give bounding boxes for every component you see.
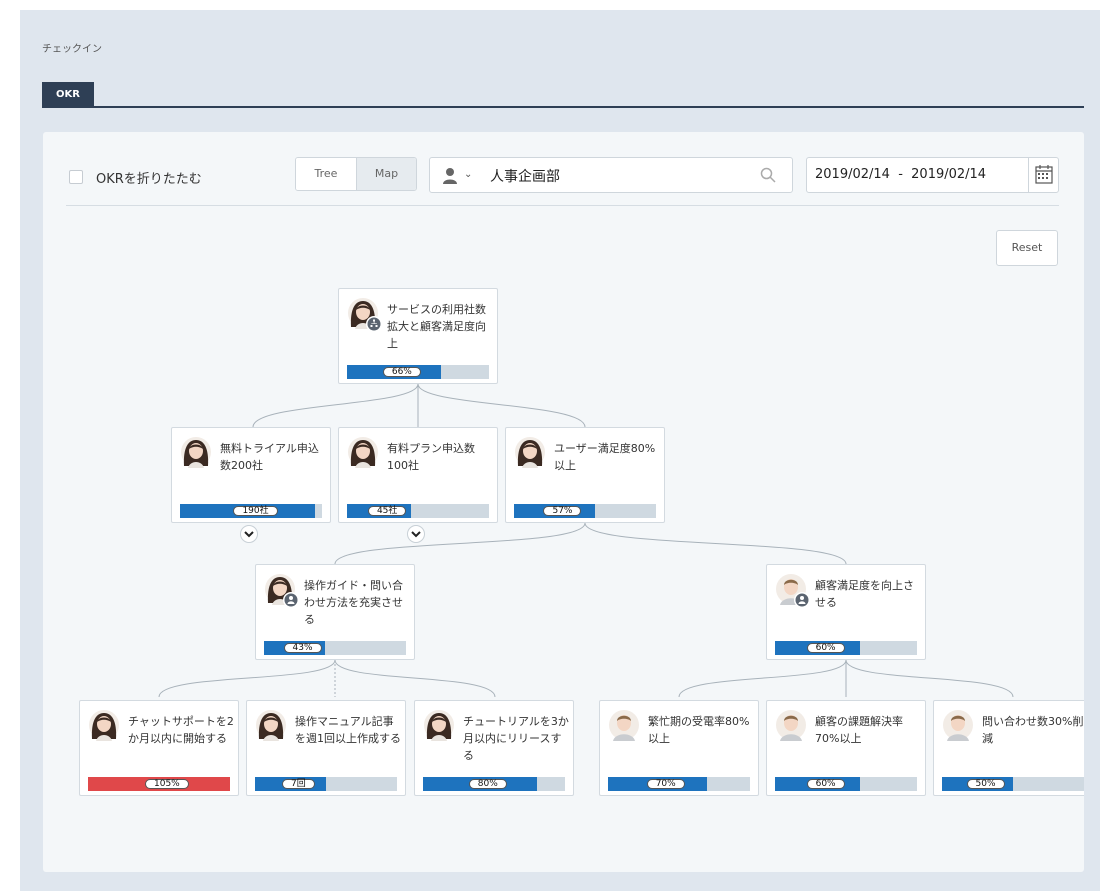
tab-okr[interactable]: OKR	[42, 82, 94, 108]
okr-card[interactable]: 顧客満足度を向上させる 60%	[766, 564, 926, 660]
progress-label: 50%	[966, 779, 1005, 789]
okr-title: 顧客の課題解決率70%以上	[815, 715, 903, 745]
avatar	[423, 709, 459, 745]
avatar	[608, 709, 644, 745]
okr-title: 有料プラン申込数100社	[387, 442, 475, 472]
progress-label: 190社	[233, 506, 278, 516]
progress-bar: 105%	[88, 777, 230, 791]
progress-bar: 190社	[180, 504, 322, 518]
okr-card[interactable]: チュートリアルを3か月以内にリリースする 80%	[414, 700, 574, 796]
expand-toggle[interactable]	[407, 525, 425, 543]
okr-card[interactable]: サービスの利用社数拡大と顧客満足度向上 66%	[338, 288, 498, 384]
okr-card[interactable]: 問い合わせ数30%削減 50%	[933, 700, 1084, 796]
okr-card[interactable]: 有料プラン申込数100社 45社	[338, 427, 498, 523]
progress-label: 60%	[806, 779, 845, 789]
chevron-down-icon[interactable]	[408, 526, 424, 542]
avatar	[347, 297, 383, 333]
progress-bar: 7回	[255, 777, 397, 791]
okr-card[interactable]: チャットサポートを2か月以内に開始する 105%	[79, 700, 239, 796]
okr-card[interactable]: ユーザー満足度80%以上 57%	[505, 427, 665, 523]
progress-bar: 60%	[775, 641, 917, 655]
okr-map-panel: OKRを折りたたむ Tree Map ⌄ 人事企画部 2019/02/14 - …	[43, 132, 1084, 872]
tab-bar: OKR	[42, 82, 1084, 108]
progress-bar: 80%	[423, 777, 565, 791]
avatar	[88, 709, 124, 745]
expand-toggle[interactable]	[240, 525, 258, 543]
app-shell: チェックイン OKR OKRを折りたたむ Tree Map ⌄ 人事企画部 20…	[20, 10, 1100, 891]
okr-title: 顧客満足度を向上させる	[815, 579, 914, 609]
progress-bar: 70%	[608, 777, 750, 791]
progress-bar: 43%	[264, 641, 406, 655]
okr-card[interactable]: 無料トライアル申込数200社 190社	[171, 427, 331, 523]
okr-card[interactable]: 顧客の課題解決率70%以上 60%	[766, 700, 926, 796]
progress-label: 80%	[468, 779, 507, 789]
progress-label: 70%	[646, 779, 685, 789]
avatar	[775, 709, 811, 745]
okr-title: 問い合わせ数30%削減	[982, 715, 1084, 745]
progress-label: 7回	[282, 779, 315, 789]
progress-bar: 60%	[775, 777, 917, 791]
okr-title: 無料トライアル申込数200社	[220, 442, 319, 472]
breadcrumb: チェックイン	[42, 44, 102, 55]
progress-bar: 50%	[942, 777, 1084, 791]
progress-label: 105%	[145, 779, 189, 789]
avatar	[942, 709, 978, 745]
progress-label: 66%	[382, 367, 421, 377]
progress-label: 45社	[367, 506, 407, 516]
avatar	[255, 709, 291, 745]
progress-label: 60%	[806, 643, 845, 653]
okr-title: ユーザー満足度80%以上	[554, 442, 656, 472]
progress-label: 57%	[543, 506, 582, 516]
progress-bar: 66%	[347, 365, 489, 379]
okr-title: サービスの利用社数拡大と顧客満足度向上	[387, 303, 486, 350]
avatar	[514, 436, 550, 472]
avatar	[775, 573, 811, 609]
okr-title: 操作マニュアル記事を週1回以上作成する	[295, 715, 401, 745]
progress-bar: 57%	[514, 504, 656, 518]
okr-title: 繁忙期の受電率80%以上	[648, 715, 750, 745]
okr-title: チュートリアルを3か月以内にリリースする	[463, 715, 569, 762]
avatar	[264, 573, 300, 609]
okr-card[interactable]: 繁忙期の受電率80%以上 70%	[599, 700, 759, 796]
okr-card[interactable]: 操作マニュアル記事を週1回以上作成する 7回	[246, 700, 406, 796]
okr-title: 操作ガイド・問い合わせ方法を充実させる	[304, 579, 403, 626]
chevron-down-icon[interactable]	[241, 526, 257, 542]
okr-card[interactable]: 操作ガイド・問い合わせ方法を充実させる 43%	[255, 564, 415, 660]
progress-label: 43%	[283, 643, 322, 653]
progress-bar: 45社	[347, 504, 489, 518]
avatar	[347, 436, 383, 472]
avatar	[180, 436, 216, 472]
okr-title: チャットサポートを2か月以内に開始する	[128, 715, 234, 745]
